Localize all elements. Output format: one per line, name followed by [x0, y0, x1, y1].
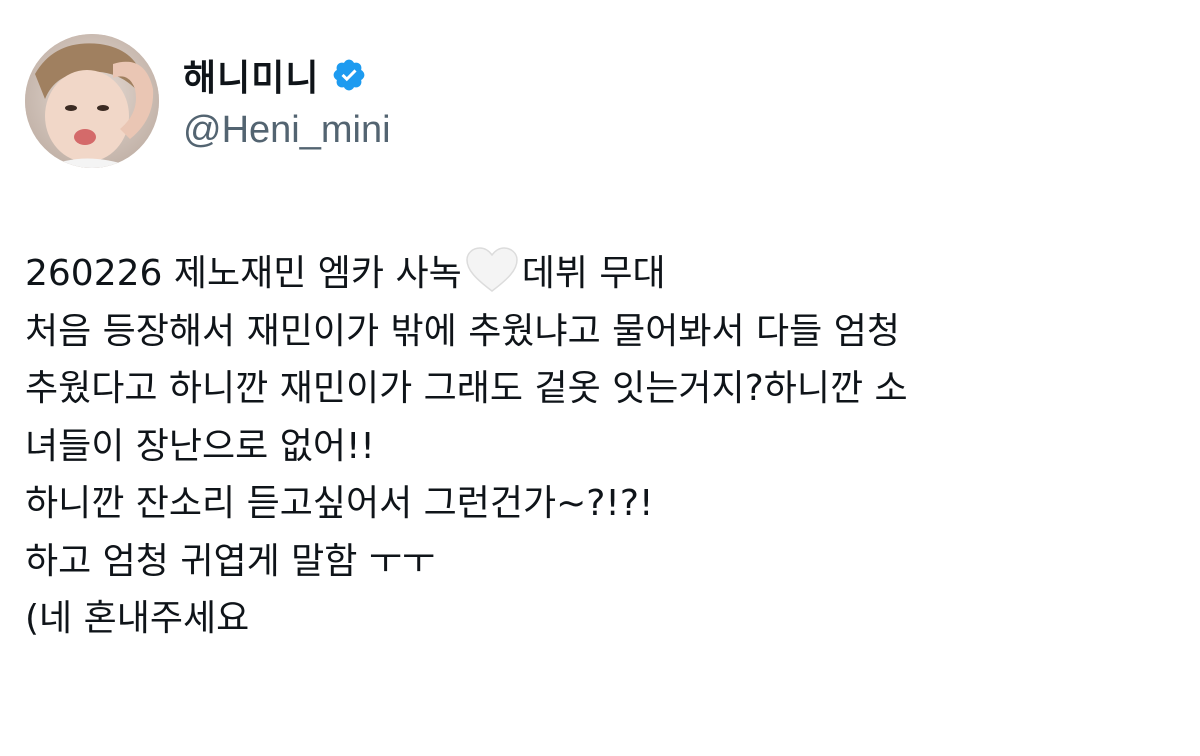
- tweet-line: 260226 제노재민 엠카 사녹 데뷔 무대: [25, 245, 1185, 303]
- tweet-line-text: 데뷔 무대: [521, 253, 666, 294]
- display-name-row: 해니미니: [183, 51, 391, 99]
- tweet-text: 260226 제노재민 엠카 사녹 데뷔 무대 처음 등장해서 재민이가 밖에 추…: [25, 245, 1185, 648]
- avatar-image: [25, 34, 159, 168]
- tweet-line: (네 혼내주세요: [25, 598, 250, 639]
- author-names: 해니미니 @Heni_mini: [183, 51, 391, 152]
- tweet-header: 해니미니 @Heni_mini: [25, 34, 391, 168]
- white-heart-icon: [464, 245, 520, 295]
- verified-badge-icon: [331, 57, 367, 93]
- tweet-line-text: 260226 제노재민 엠카 사녹: [25, 253, 462, 294]
- tweet-line: 처음 등장해서 재민이가 밖에 추웠냐고 물어봐서 다들 엄청: [25, 310, 900, 352]
- tweet-line: 하고 엄청 귀엽게 말함 ㅜㅜ: [25, 540, 436, 582]
- display-name[interactable]: 해니미니: [183, 49, 319, 101]
- tweet-line: 추웠다고 하니깐 재민이가 그래도 겉옷 잇는거지?하니깐 소: [25, 368, 908, 409]
- avatar[interactable]: [25, 34, 159, 168]
- tweet-line: 하니깐 잔소리 듣고싶어서 그런건가~?!?!: [25, 483, 654, 524]
- handle[interactable]: @Heni_mini: [183, 109, 391, 152]
- tweet-line: 녀들이 장난으로 없어!!: [25, 425, 375, 467]
